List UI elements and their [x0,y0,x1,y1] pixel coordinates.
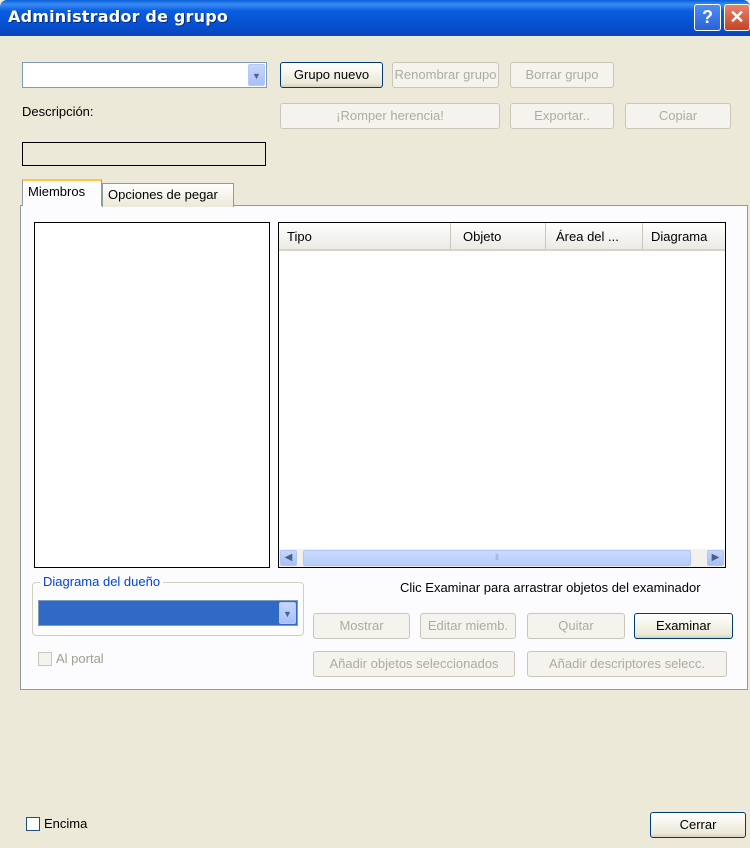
add-selected-objects-button[interactable]: Añadir objetos seleccionados [313,651,515,677]
help-button[interactable]: ? [694,4,721,31]
add-selected-descriptors-button[interactable]: Añadir descriptores selecc. [527,651,727,677]
scroll-thumb[interactable]: ⦀ [303,550,691,566]
close-button[interactable]: ✕ [724,4,750,31]
help-icon: ? [702,7,713,27]
column-header-diagrama[interactable]: Diagrama [643,223,725,251]
objects-table[interactable]: Tipo Objeto Área del ... Diagrama ◀ ⦀ ▶ [278,222,726,568]
tab-opciones-de-pegar[interactable]: Opciones de pegar [102,183,234,207]
owner-diagram-legend: Diagrama del dueño [40,574,164,589]
break-inheritance-button[interactable]: ¡Romper herencia! [280,103,500,129]
window-title: Administrador de grupo [8,7,229,26]
column-header-objeto[interactable]: Objeto [451,223,546,251]
column-header-area[interactable]: Área del ... [546,223,643,251]
portal-checkbox-label: Al portal [56,651,104,666]
description-label: Descripción: [22,104,94,119]
members-list[interactable] [34,222,270,568]
description-field[interactable] [22,142,266,166]
new-group-button[interactable]: Grupo nuevo [280,62,383,88]
rename-group-button[interactable]: Renombrar grupo [392,62,499,88]
edit-member-button[interactable]: Editar miemb. [420,613,516,639]
close-dialog-button[interactable]: Cerrar [650,812,746,838]
chevron-down-icon[interactable]: ▼ [279,602,296,624]
column-header-tipo[interactable]: Tipo [279,223,451,251]
copy-button[interactable]: Copiar [625,103,731,129]
group-combo[interactable]: ▼ [22,62,267,88]
browse-hint-text: Clic Examinar para arrastrar objetos del… [400,580,701,595]
horizontal-scrollbar[interactable]: ◀ ⦀ ▶ [279,549,725,567]
remove-button[interactable]: Quitar [527,613,625,639]
on-top-checkbox-label: Encima [44,816,88,831]
delete-group-button[interactable]: Borrar grupo [510,62,614,88]
export-button[interactable]: Exportar.. [510,103,614,129]
browse-button[interactable]: Examinar [634,613,733,639]
tab-miembros[interactable]: Miembros [22,179,102,206]
portal-checkbox[interactable] [38,652,52,666]
owner-diagram-combo[interactable]: ▼ [38,600,298,626]
scroll-left-icon[interactable]: ◀ [280,550,297,566]
scroll-right-icon[interactable]: ▶ [707,550,724,566]
show-button[interactable]: Mostrar [313,613,410,639]
close-icon: ✕ [729,7,745,27]
on-top-checkbox[interactable] [26,817,40,831]
chevron-down-icon[interactable]: ▼ [248,64,265,86]
